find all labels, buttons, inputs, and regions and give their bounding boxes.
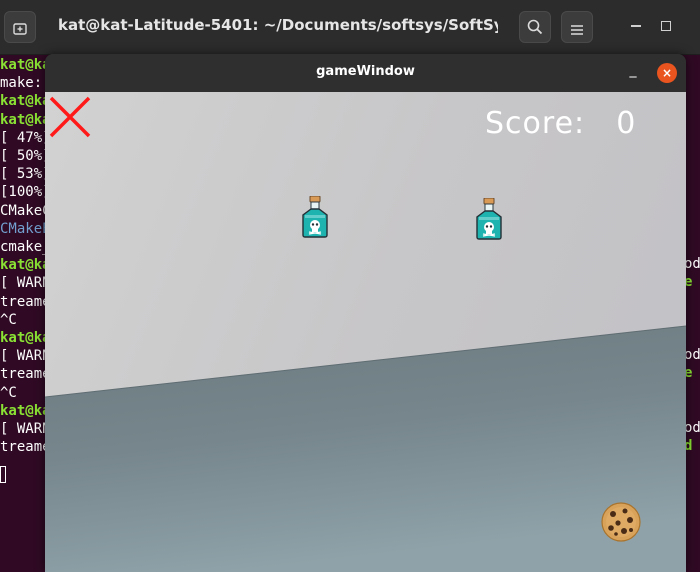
- terminal-line: treame: [0, 439, 51, 456]
- menu-button[interactable]: [561, 11, 593, 43]
- terminal-line: [ 50%]: [0, 148, 51, 164]
- search-button[interactable]: [519, 11, 551, 43]
- terminal-line: CMakeE: [0, 220, 51, 237]
- terminal-line: cmake_: [0, 239, 51, 255]
- game-close-button[interactable]: ×: [657, 63, 677, 83]
- poison-bottle-icon: [301, 195, 329, 238]
- minimize-icon: [631, 25, 641, 27]
- terminal-line: kat@ka: [0, 330, 51, 346]
- search-icon: [527, 19, 543, 35]
- terminal-line: [ WARN: [0, 275, 51, 292]
- score-display: Score: 0: [485, 106, 636, 141]
- game-window: gameWindow _ × Score: 0: [45, 54, 686, 572]
- terminal-line: [ WARN: [0, 348, 51, 365]
- terminal-line: ^C: [0, 384, 17, 401]
- terminal-line: kat@ka: [0, 111, 51, 128]
- terminal-line: [ 53%]: [0, 166, 51, 183]
- terminal-line: ^C: [0, 311, 17, 328]
- game-titlebar: gameWindow _ ×: [45, 54, 686, 92]
- score-label: Score:: [485, 106, 586, 141]
- cookie-icon: [601, 502, 641, 542]
- game-minimize-button[interactable]: _: [625, 62, 641, 82]
- terminal-line-fragment: od: [684, 347, 700, 364]
- terminal-title: kat@kat-Latitude-5401: ~/Documents/softs…: [58, 16, 498, 34]
- score-value: 0: [616, 106, 637, 141]
- terminal-line: treame: [0, 293, 51, 310]
- new-tab-button[interactable]: [4, 11, 36, 43]
- close-x-icon[interactable]: [48, 95, 92, 139]
- terminal-line: kat@ka: [0, 402, 51, 419]
- hamburger-menu-icon: [570, 21, 584, 35]
- poison-bottle-icon: [475, 197, 503, 240]
- terminal-line: kat@ka: [0, 57, 51, 73]
- game-window-title: gameWindow: [316, 64, 415, 79]
- terminal-line: [100%]: [0, 184, 51, 201]
- terminal-cursor: [0, 466, 6, 483]
- terminal-line: kat@ka: [0, 257, 51, 274]
- terminal-line: kat@ka: [0, 93, 51, 110]
- terminal-minimize-button[interactable]: [625, 15, 647, 37]
- terminal-line: CMakeC: [0, 202, 51, 219]
- game-canvas[interactable]: Score: 0: [45, 92, 686, 572]
- terminal-titlebar: kat@kat-Latitude-5401: ~/Documents/softs…: [0, 0, 700, 55]
- terminal-line-fragment: od: [684, 256, 700, 273]
- terminal-line: [ WARN: [0, 421, 51, 437]
- camera-background: [45, 92, 686, 572]
- terminal-line-fragment: od: [684, 420, 700, 436]
- maximize-icon: [661, 21, 671, 31]
- terminal-line: [ 47%]: [0, 129, 51, 146]
- terminal-line: treame: [0, 366, 51, 383]
- terminal-maximize-button[interactable]: [655, 15, 677, 37]
- terminal-line: make:: [0, 75, 51, 92]
- new-tab-icon: [13, 20, 27, 35]
